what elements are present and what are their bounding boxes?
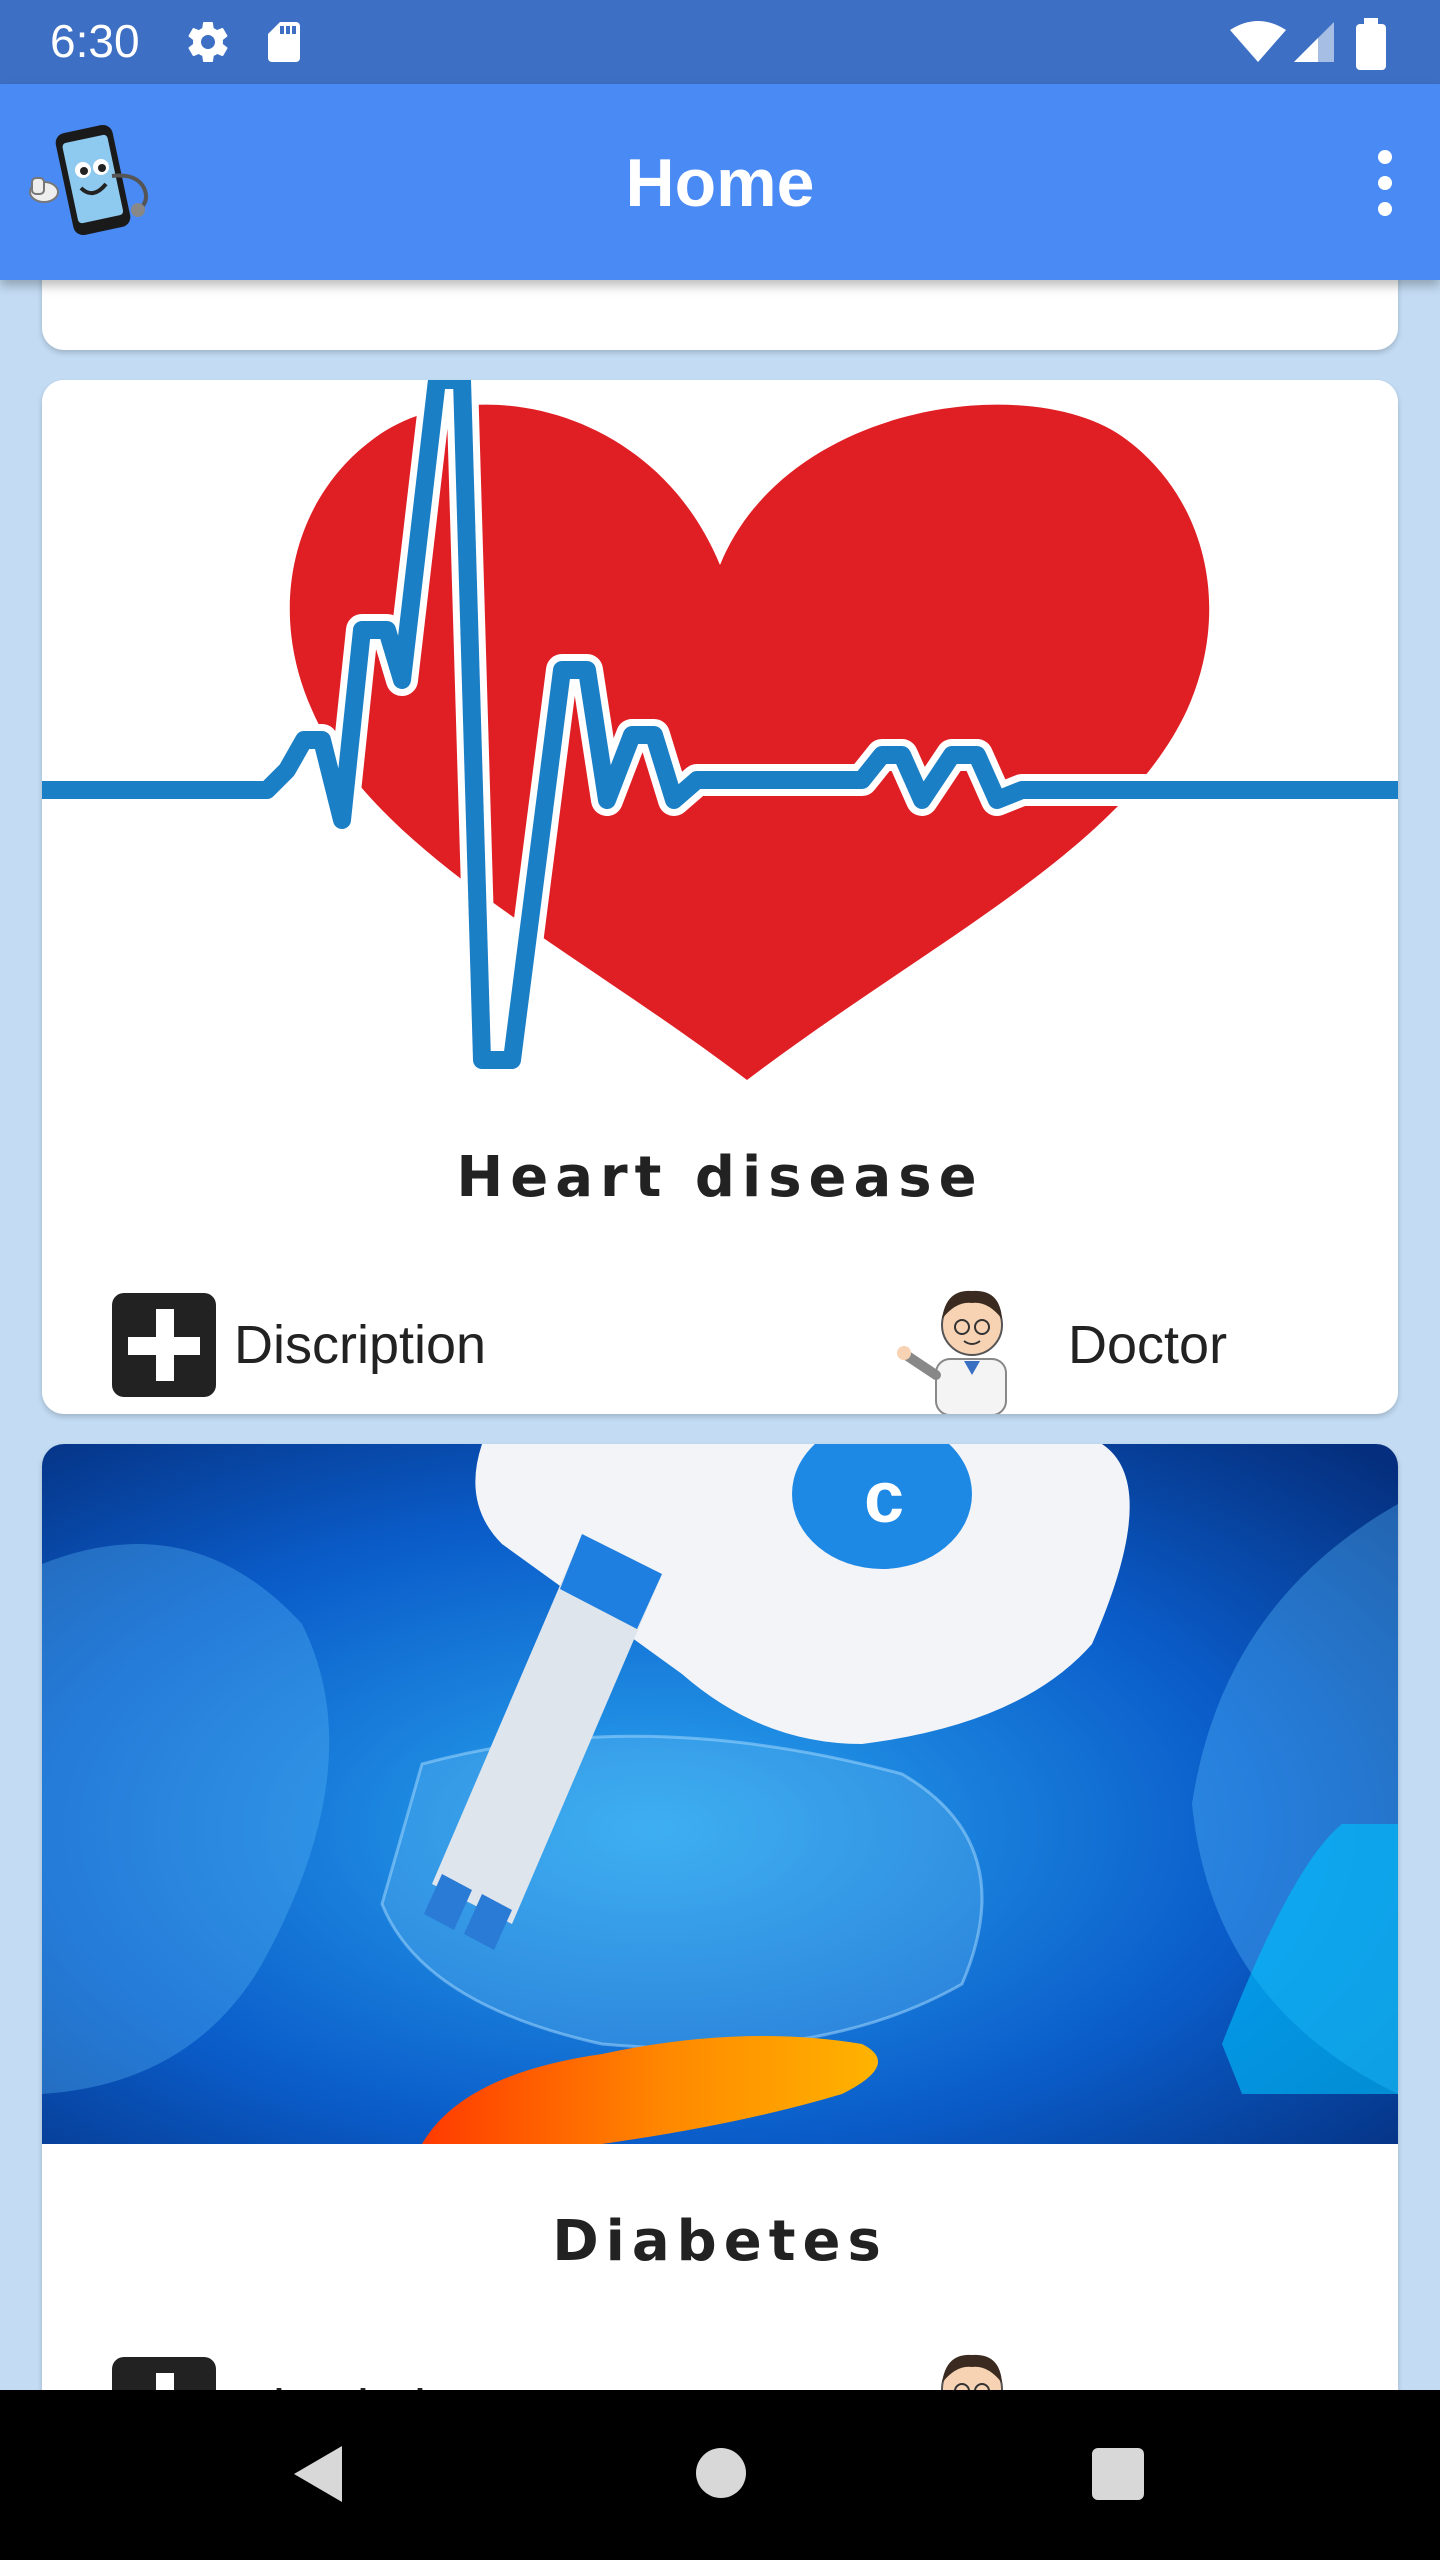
app-bar: Home — [0, 84, 1440, 280]
signal-icon — [1294, 22, 1334, 62]
description-button[interactable]: Discription — [112, 2354, 486, 2390]
battery-icon — [1356, 18, 1386, 70]
doctor-button[interactable]: Doctor — [892, 2354, 1227, 2390]
doctor-button[interactable]: Doctor — [892, 1290, 1228, 1414]
list-item[interactable] — [42, 280, 1398, 350]
system-nav-bar — [0, 2390, 1440, 2560]
page-title: Home — [625, 145, 815, 221]
description-button[interactable]: Discription — [112, 1290, 486, 1400]
doctor-avatar-icon — [897, 1290, 1007, 1414]
status-time: 6:30 — [50, 15, 140, 67]
status-bar: 6:30 — [0, 0, 1440, 84]
back-icon[interactable] — [290, 2442, 346, 2506]
home-icon[interactable] — [696, 2448, 746, 2498]
doctor-label: Doctor — [1068, 2378, 1227, 2390]
disease-card-diabetes[interactable]: c Diabetes Discription Doctor — [42, 1444, 1398, 2390]
description-label: Discription — [234, 1315, 487, 1375]
disease-list[interactable]: Heart disease Discription Doctor c Diabe… — [0, 280, 1440, 2390]
svg-text:c: c — [864, 1458, 904, 1538]
wifi-icon — [1230, 21, 1286, 62]
recent-apps-icon[interactable] — [1092, 2448, 1144, 2500]
description-label: Discription — [234, 2378, 486, 2390]
card-title: Diabetes — [552, 2209, 888, 2274]
medical-plus-icon — [112, 1293, 216, 1397]
doctor-avatar-icon — [941, 2354, 1003, 2390]
more-vert-icon[interactable] — [1370, 150, 1400, 216]
settings-icon — [188, 22, 228, 63]
doctor-label: Doctor — [1068, 1315, 1228, 1375]
heart-ecg-image — [42, 380, 1398, 1080]
diabetes-glucometer-image: c — [42, 1444, 1398, 2144]
sd-card-icon — [268, 22, 300, 62]
card-title: Heart disease — [456, 1145, 984, 1210]
disease-card-heart[interactable]: Heart disease Discription Doctor — [42, 380, 1398, 1414]
medical-plus-icon — [112, 2357, 216, 2390]
